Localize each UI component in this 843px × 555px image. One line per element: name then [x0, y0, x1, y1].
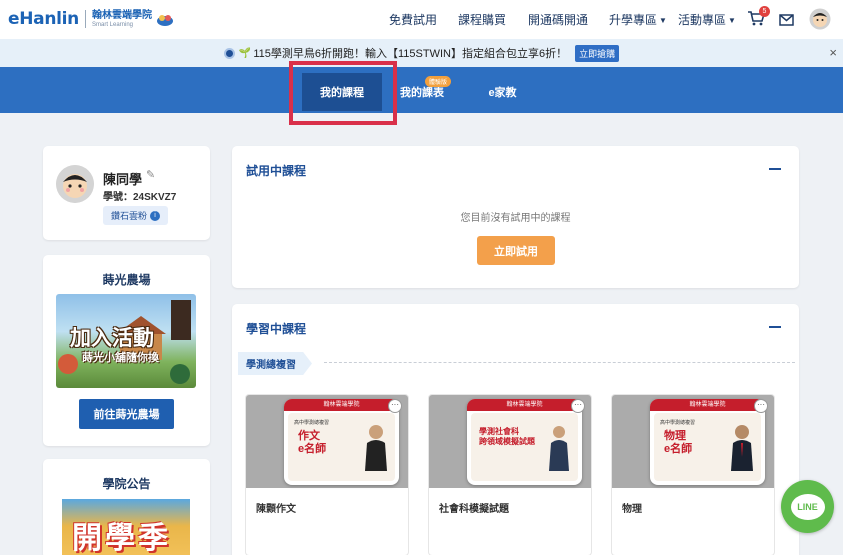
- subsection-label: 學測總複習: [238, 352, 312, 375]
- poster-line: 高中學測總複習: [660, 420, 696, 426]
- course-poster: 翰林雲端學院 高中學測總複習 作文 e名師: [284, 399, 399, 485]
- try-now-button[interactable]: 立即試用: [477, 236, 555, 265]
- poster-big-2: e名師: [664, 443, 693, 455]
- farm-banner-sub: 蒔光小舖隨你換: [82, 352, 159, 364]
- membership-level: 鑽石雲粉: [111, 211, 148, 221]
- poster-headline: 物理 e名師: [664, 430, 692, 456]
- poster-brand: 翰林雲端學院: [467, 399, 582, 411]
- nav-label: 開通碼開通: [528, 13, 589, 27]
- course-name: 陳顥作文: [256, 504, 296, 515]
- notice-card: 學院公告 開學季: [43, 459, 210, 555]
- notice-banner-text: 開學季: [72, 522, 171, 555]
- announcement-text: 115學測早鳥6折開跑！輸入【115STWIN】指定組合包立享6折！: [253, 48, 568, 60]
- course-card[interactable]: 翰林雲端學院 學測社會科 跨領域模擬試題 ··· 社會科模擬試題: [429, 395, 591, 555]
- user-avatar-button[interactable]: [809, 8, 831, 35]
- poster-headline: 作文 e名師: [298, 430, 326, 456]
- poster-brand: 翰林雲端學院: [650, 399, 765, 411]
- profile-card: 陳同學 ✎ 學號：24SKVZ7 鑽石雲粉 i: [43, 146, 210, 240]
- teacher-photo-icon: [549, 426, 569, 471]
- notice-title: 學院公告: [102, 477, 151, 491]
- course-poster: 翰林雲端學院 學測社會科 跨領域模擬試題: [467, 399, 582, 485]
- line-chat-button[interactable]: LINE: [781, 480, 834, 533]
- collapse-minus-icon[interactable]: [769, 326, 781, 328]
- site-logo[interactable]: eHanlin 翰林雲端學院 Smart Learning: [8, 9, 175, 29]
- nav-course-purchase[interactable]: 課程購買: [458, 11, 506, 28]
- teacher-photo-icon: [365, 425, 387, 471]
- highlight-annotation-box: [289, 61, 397, 125]
- trial-empty-message: 您目前沒有試用中的課程: [460, 213, 571, 224]
- poster-big-1: 學測社會科: [479, 427, 519, 436]
- mail-button[interactable]: [779, 13, 794, 31]
- course-card[interactable]: 翰林雲端學院 高中學測總複習 作文 e名師 ··· 陳顥作文: [246, 395, 408, 555]
- mail-icon: [779, 14, 794, 26]
- logo-divider: [85, 10, 86, 28]
- poster-big-2: 跨領域模擬試題: [479, 437, 535, 446]
- cart-count-badge: 5: [759, 6, 770, 17]
- poster-big-1: 作文: [298, 430, 320, 442]
- logo-en: Smart Learning: [92, 21, 134, 28]
- tab-e-tutor[interactable]: e家教: [475, 73, 530, 111]
- go-to-farm-button[interactable]: 前往蒔光農場: [79, 399, 174, 429]
- logo-text: eHanlin: [8, 9, 79, 29]
- logo-zh: 翰林雲端學院: [92, 9, 152, 21]
- mascot-icon: [157, 15, 173, 26]
- notice-banner-image[interactable]: 開學季: [62, 499, 190, 555]
- trial-version-badge: 體驗版: [425, 76, 452, 87]
- cart-button[interactable]: 5: [747, 6, 770, 28]
- poster-big-1: 物理: [664, 430, 686, 442]
- tab-label: e家教: [488, 87, 517, 99]
- nav-label: 課程購買: [458, 13, 507, 27]
- caret-down-icon: ▼: [659, 16, 667, 25]
- course-name: 社會科模擬試題: [439, 504, 509, 515]
- course-poster: 翰林雲端學院 高中學測總複習 物理 e名師: [650, 399, 765, 485]
- avatar-icon: [809, 8, 831, 30]
- poster-body: 學測社會科 跨領域模擬試題: [471, 413, 578, 481]
- sprout-icon: 🌱: [238, 47, 252, 59]
- learning-courses-card: 學習中課程 學測總複習 翰林雲端學院 高中學測總複習 作文 e名師 ··· 陳顥作…: [232, 304, 799, 555]
- course-card[interactable]: 翰林雲端學院 高中學測總複習 物理 e名師 ··· 物理: [612, 395, 774, 555]
- top-header: eHanlin 翰林雲端學院 Smart Learning 免費試用 課程購買 …: [0, 0, 843, 39]
- buy-now-button[interactable]: 立即搶購: [575, 44, 620, 62]
- nav-exam-zone[interactable]: 升學專區 ▼: [609, 11, 667, 28]
- farm-banner-main: 加入活動: [70, 327, 154, 350]
- poster-body: 高中學測總複習 作文 e名師: [288, 413, 395, 481]
- nav-label: 活動專區: [678, 13, 727, 27]
- farm-banner-image[interactable]: 加入活動 蒔光小舖隨你換: [56, 294, 196, 388]
- dashed-divider: [324, 362, 795, 363]
- poster-line: 高中學測總複習: [294, 420, 330, 426]
- farm-card: 蒔光農場 加入活動 蒔光小舖隨你換 前往蒔光農場: [43, 255, 210, 446]
- membership-badge: 鑽石雲粉 i: [103, 206, 169, 225]
- poster-big-2: e名師: [298, 443, 327, 455]
- student-id: 學號：24SKVZ7: [103, 192, 177, 203]
- caret-down-icon: ▼: [728, 16, 736, 25]
- nav-label: 免費試用: [389, 13, 438, 27]
- course-name: 物理: [622, 504, 642, 515]
- radio-dot-icon: [223, 47, 235, 59]
- nav-activation-code[interactable]: 開通碼開通: [528, 11, 588, 28]
- student-name: 陳同學: [103, 172, 143, 187]
- trial-section-title: 試用中課程: [246, 164, 307, 178]
- logo-subtitle: 翰林雲端學院 Smart Learning: [92, 9, 152, 28]
- line-label: LINE: [797, 501, 818, 512]
- trial-courses-card: 試用中課程 您目前沒有試用中的課程 立即試用: [232, 146, 799, 288]
- nav-event-zone[interactable]: 活動專區 ▼: [678, 11, 736, 28]
- collapse-minus-icon[interactable]: [769, 168, 781, 170]
- close-icon[interactable]: ×: [829, 45, 837, 60]
- nav-label: 升學專區: [609, 13, 658, 27]
- more-options-icon[interactable]: ···: [388, 399, 402, 413]
- farm-title: 蒔光農場: [102, 273, 151, 287]
- teacher-photo-icon: [731, 425, 753, 471]
- more-options-icon[interactable]: ···: [571, 399, 585, 413]
- learning-section-title: 學習中課程: [246, 322, 307, 336]
- poster-body: 高中學測總複習 物理 e名師: [654, 413, 761, 481]
- nav-free-trial[interactable]: 免費試用: [389, 11, 437, 28]
- info-icon[interactable]: i: [150, 210, 161, 221]
- poster-brand: 翰林雲端學院: [284, 399, 399, 411]
- line-icon: LINE: [790, 493, 825, 520]
- student-avatar-icon: [56, 165, 94, 203]
- poster-headline: 學測社會科 跨領域模擬試題: [479, 427, 535, 447]
- edit-pencil-icon[interactable]: ✎: [146, 168, 155, 181]
- announcement-bar: 🌱 115學測早鳥6折開跑！輸入【115STWIN】指定組合包立享6折！ 立即搶…: [0, 39, 843, 67]
- more-options-icon[interactable]: ···: [754, 399, 768, 413]
